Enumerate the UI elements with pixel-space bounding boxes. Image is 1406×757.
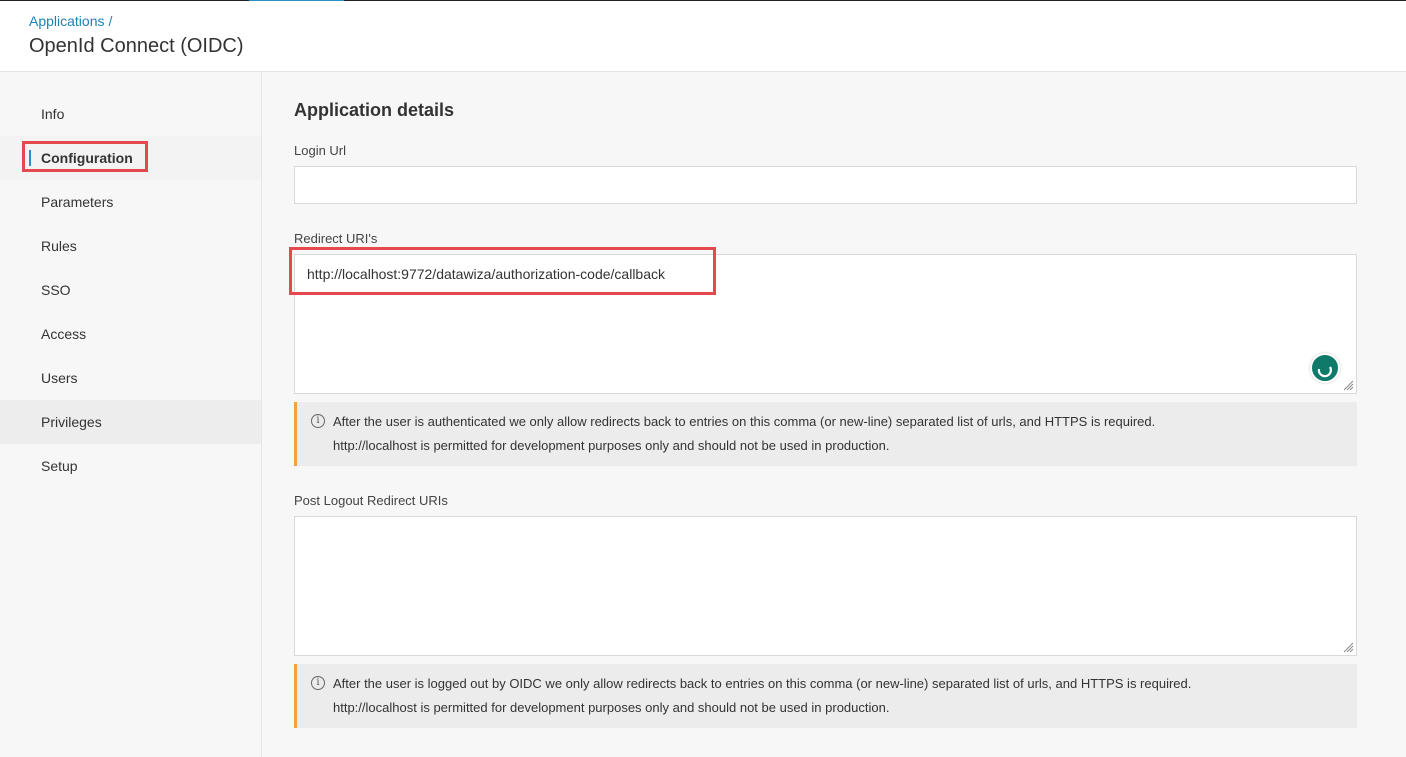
sidebar-item-label: Parameters [41,194,114,210]
sidebar-item-access[interactable]: Access [0,312,261,356]
sidebar-item-privileges[interactable]: Privileges [0,400,261,444]
info-text-line-2: http://localhost is permitted for develo… [333,438,890,453]
breadcrumb: Applications / [29,13,112,29]
sidebar-item-rules[interactable]: Rules [0,224,261,268]
sidebar-item-configuration[interactable]: Configuration [0,136,261,180]
redirect-uris-value: http://localhost:9772/datawiza/authoriza… [307,266,665,282]
sidebar-item-setup[interactable]: Setup [0,444,261,488]
sidebar-item-label: Info [41,106,65,122]
grammarly-icon[interactable] [1310,353,1340,383]
resize-handle-icon[interactable] [1342,641,1354,653]
breadcrumb-applications-link[interactable]: Applications [29,13,105,29]
info-icon: i [311,676,325,690]
post-logout-info: i After the user is logged out by OIDC w… [294,664,1357,728]
resize-handle-icon[interactable] [1342,379,1354,391]
post-logout-textarea[interactable] [294,516,1357,656]
sidebar-item-sso[interactable]: SSO [0,268,261,312]
sidebar-item-label: SSO [41,282,71,298]
breadcrumb-separator: / [108,13,113,29]
login-url-input[interactable] [294,166,1357,204]
sidebar-item-label: Rules [41,238,77,254]
main-content: Application details Login Url Redirect U… [262,72,1406,757]
info-text-line-1: After the user is authenticated we only … [333,414,1156,429]
post-logout-label: Post Logout Redirect URIs [294,493,448,508]
sidebar-item-label: Access [41,326,87,342]
active-indicator [29,150,31,166]
info-icon: i [311,414,325,428]
info-text-line-2: http://localhost is permitted for develo… [333,700,890,715]
section-title: Application details [294,100,455,120]
redirect-uris-info: i After the user is authenticated we onl… [294,402,1357,466]
page-header: Applications / OpenId Connect (OIDC) [0,1,1406,72]
sidebar-item-label: Privileges [41,414,102,430]
sidebar: Info Configuration Parameters Rules SSO … [0,72,262,757]
redirect-uris-label: Redirect URI's [294,231,378,246]
page-title: OpenId Connect (OIDC) [29,35,244,57]
sidebar-item-label: Configuration [41,150,133,166]
sidebar-item-parameters[interactable]: Parameters [0,180,261,224]
sidebar-item-users[interactable]: Users [0,356,261,400]
grammarly-glyph [1317,366,1332,378]
sidebar-item-info[interactable]: Info [0,92,261,136]
sidebar-item-label: Setup [41,458,78,474]
sidebar-item-label: Users [41,370,78,386]
login-url-label: Login Url [294,143,347,158]
info-text-line-1: After the user is logged out by OIDC we … [333,676,1192,691]
redirect-uris-textarea[interactable]: http://localhost:9772/datawiza/authoriza… [294,254,1357,394]
